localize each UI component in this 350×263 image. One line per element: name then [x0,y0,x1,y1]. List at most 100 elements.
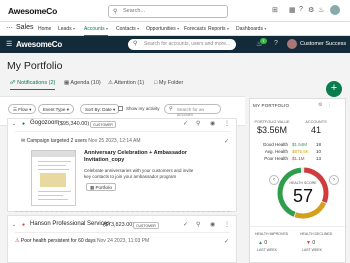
nav-item-leads[interactable]: Leads ▾ [58,26,75,32]
check-icon[interactable]: ✓ [183,221,188,228]
grid-icon[interactable]: ▦ [289,6,296,14]
document-description: Celebrate anniversaries with your custom… [84,168,194,179]
chevron-down-icon: ▾ [264,26,267,31]
global-search-input[interactable]: ⚲ Search... [108,5,228,18]
chevron-down-icon: ▾ [29,107,32,112]
nav-item-dashboards[interactable]: Dashboards ▾ [236,26,266,32]
divider [15,131,230,132]
pin-icon[interactable]: ⚲ [196,221,200,228]
check-icon[interactable]: ✓ [224,138,229,145]
doc-line [38,169,69,170]
accounts-count: 41 [310,125,321,135]
good-health-count: 18 [316,142,322,147]
portfolio-value-label: PORTFOLIO VALUE [254,120,290,124]
avg-health-value: $875.5K [292,149,309,154]
search-icon: ⚲ [133,41,138,47]
campaign-icon: ✉ [21,138,26,144]
sort-dropdown[interactable]: Sort By: Date ▾ [80,104,121,114]
account-search-input[interactable]: ⚲ Search for an account [164,104,221,117]
poor-health-value: $1.1M [292,156,305,161]
health-indicator-icon: ● [22,121,26,127]
good-health-label: Good Health [262,142,288,147]
accounts-label: ACCOUNTS [305,120,327,124]
event-line: ✉ Campaign targeted 2 users Nov 25 2023,… [21,138,141,144]
add-icon[interactable]: ⊞ [272,6,278,14]
account-name[interactable]: Hanson Professional Services [30,221,110,227]
eye-icon[interactable]: ◉ [210,221,215,228]
flow-filter[interactable]: ☰ Flow ▾ [8,104,37,114]
divider [250,226,345,227]
app-launcher-icon[interactable]: ⋯ [6,24,13,32]
nav-item-opportunities[interactable]: Opportunities ▾ [146,26,179,32]
app-search-input[interactable]: ⚲ Search for accounts, users and more... [128,39,236,50]
check-icon[interactable]: ✓ [224,238,229,245]
account-amount: ($73,823.00) [103,221,135,228]
nav-item-forecasts[interactable]: Forecasts [184,26,206,32]
account-name[interactable]: Gogozoom [30,120,59,126]
notification-badge: 1 [260,38,267,44]
document-title: Anniversary Celebration + Ambassador Inv… [84,150,187,163]
chevron-down-icon: ▾ [226,26,229,31]
tab-my-folder[interactable]: □ My Folder [154,80,183,86]
portfolio-icon: ▦ [90,185,95,190]
chevron-down-icon: ▾ [137,26,140,31]
nav-item-reports[interactable]: Reports ▾ [208,26,229,32]
doc-line [38,165,66,166]
collapse-icon[interactable]: ⌄ [12,222,16,228]
good-health-value: $1.54M [292,142,308,147]
add-button[interactable]: + [326,81,342,97]
event-line: ⚠ Poor health persistent for 60 days Nov… [15,238,150,244]
arrow-up-icon: ▲ [258,240,263,246]
chevron-down-icon: ▾ [177,26,180,31]
chevron-down-icon: ▾ [105,26,108,31]
portfolio-value: $3.56M [256,125,288,135]
nav-item-contacts[interactable]: Contacts ▾ [116,26,139,32]
settings-icon[interactable]: ⚙ [318,102,322,108]
document-thumbnail[interactable] [31,150,76,206]
settings-icon[interactable]: ⚙ [308,6,314,14]
user-name[interactable]: Customer Success [300,41,346,47]
portfolio-button[interactable]: ▦ Portfolio [86,183,117,191]
health-declined-label: HEALTH DECLINED [300,232,333,236]
doc-line [38,195,63,196]
show-activity-checkbox[interactable] [118,106,123,111]
user-avatar[interactable] [287,39,297,49]
eye-icon[interactable]: ◉ [210,120,215,127]
help-icon[interactable]: ? [274,40,278,47]
doc-line [38,199,68,200]
next-button[interactable]: › [329,175,339,185]
show-activity-label: Show my activity [126,106,160,111]
bell-icon[interactable]: ♨ [318,6,324,14]
more-icon[interactable]: ⋮ [224,120,230,127]
chevron-down-icon: ▾ [113,107,116,112]
panel-title: MY PORTFOLIO [253,103,290,108]
health-improved-label: HEALTH IMPROVED [255,232,289,236]
doc-header [32,151,75,157]
account-tag: CUSTOMER [133,222,159,229]
nav-item-home[interactable]: Home [38,26,51,32]
help-icon[interactable]: ? [299,6,303,13]
tab-agenda[interactable]: ▦ Agenda (10) [64,80,101,86]
more-icon[interactable]: ⋮ [224,221,230,228]
global-logo[interactable]: AwesomeCo [8,6,57,16]
divider [15,232,230,233]
avg-health-count: 10 [316,149,322,154]
nav-item-accounts[interactable]: Accounts ▾ [84,26,108,36]
app-logo: AwesomeCo [16,40,63,49]
avatar[interactable] [330,5,340,15]
tab-attention[interactable]: ⚠ Attention (1) [108,80,144,86]
search-icon: ⚲ [169,106,173,112]
health-score-label: HEALTH SCORE [289,181,317,185]
avg-health-label: Avg. Health [264,149,288,154]
period-label: LAST WEEK [302,248,322,252]
event-type-filter[interactable]: Event Type ▾ [38,104,74,114]
tab-notifications[interactable]: ☍ Notifications (2) [10,80,56,90]
menu-icon[interactable]: ☰ [6,40,12,48]
warning-icon: ⚠ [15,238,20,244]
pin-icon[interactable]: ⚲ [196,120,200,127]
check-icon[interactable]: ✓ [183,120,188,127]
collapse-icon[interactable]: ⌄ [12,121,16,127]
more-icon[interactable]: ⋮ [327,102,332,108]
app-name: Sales [16,24,34,31]
chevron-down-icon: ▾ [73,26,76,31]
